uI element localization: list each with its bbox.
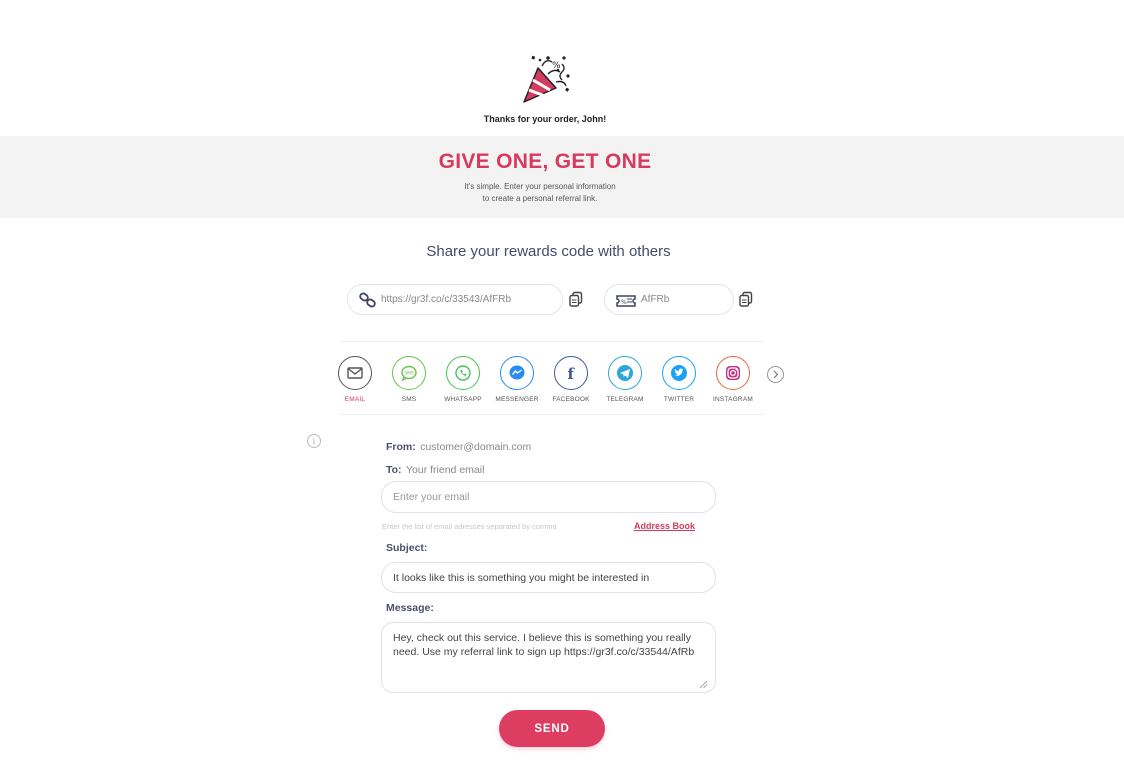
- channel-label: WHATSAPP: [444, 396, 482, 403]
- channel-facebook[interactable]: f FACEBOOK: [544, 356, 598, 406]
- divider-top: [340, 341, 764, 342]
- svg-text:SMS: SMS: [404, 371, 414, 377]
- address-book-link[interactable]: Address Book: [634, 521, 695, 531]
- copy-icon: [569, 291, 583, 307]
- from-value: customer@domain.com: [420, 441, 532, 453]
- ticket-icon: %: [615, 293, 637, 309]
- to-row: To: Your friend email: [386, 460, 484, 478]
- party-popper-icon: %: [518, 52, 574, 108]
- email-icon: [338, 356, 372, 390]
- facebook-icon: f: [554, 356, 588, 390]
- share-title: Share your rewards code with others: [426, 243, 671, 260]
- channel-email[interactable]: EMAIL: [328, 356, 382, 406]
- channel-label: MESSENGER: [495, 396, 539, 403]
- info-icon[interactable]: i: [307, 434, 321, 448]
- svg-text:f: f: [568, 365, 576, 382]
- promo-subtitle-line-1: It's simple. Enter your personal informa…: [464, 182, 616, 191]
- coupon-code-text[interactable]: AfFRb: [641, 294, 669, 305]
- promo-subtitle: It's simple. Enter your personal informa…: [0, 181, 1080, 205]
- copy-icon: [739, 291, 753, 307]
- channel-label: TELEGRAM: [606, 396, 644, 403]
- channel-telegram[interactable]: TELEGRAM: [598, 356, 652, 406]
- twitter-icon: [662, 356, 696, 390]
- order-thanks-text: Thanks for your order, John!: [483, 114, 607, 124]
- messenger-icon: [500, 356, 534, 390]
- svg-text:%: %: [552, 61, 561, 71]
- instagram-icon: [716, 356, 750, 390]
- coupon-code-field[interactable]: % AfFRb: [604, 284, 734, 315]
- resize-grip-icon[interactable]: [698, 676, 708, 689]
- sms-icon: SMS: [392, 356, 426, 390]
- telegram-icon: [608, 356, 642, 390]
- channel-label: INSTAGRAM: [713, 396, 753, 403]
- whatsapp-icon: [446, 356, 480, 390]
- copy-link-button[interactable]: [568, 291, 584, 308]
- promo-title: GIVE ONE, GET ONE: [438, 150, 652, 173]
- message-textarea[interactable]: Hey, check out this service. I believe t…: [381, 622, 716, 693]
- send-button[interactable]: SEND: [499, 710, 605, 747]
- subject-input[interactable]: [381, 562, 716, 593]
- channel-label: FACEBOOK: [552, 396, 590, 403]
- channel-label: TWITTER: [663, 396, 695, 403]
- promo-band: [0, 136, 1124, 218]
- channel-label: SMS: [401, 396, 417, 403]
- share-channels: EMAIL SMS SMS WHATSAPP MESSENGER f FACEB…: [336, 356, 766, 406]
- subject-label: Subject:: [386, 542, 428, 554]
- to-label: To:: [386, 464, 402, 476]
- to-value: Your friend email: [406, 464, 485, 476]
- link-icon: [359, 292, 377, 308]
- channels-next-button[interactable]: [767, 366, 784, 383]
- chevron-right-icon: [773, 370, 779, 379]
- promo-subtitle-line-2: to create a personal referral link.: [482, 194, 598, 203]
- copy-code-button[interactable]: [738, 291, 754, 308]
- referral-link-text[interactable]: https://gr3f.co/c/33543/AfFRb: [381, 294, 511, 305]
- channel-instagram[interactable]: INSTAGRAM: [706, 356, 760, 406]
- referral-link-field[interactable]: https://gr3f.co/c/33543/AfFRb: [347, 284, 563, 315]
- channel-label: EMAIL: [344, 396, 366, 403]
- email-hint: Enter the list of email adresses separat…: [382, 522, 557, 531]
- channel-sms[interactable]: SMS SMS: [382, 356, 436, 406]
- from-label: From:: [386, 441, 416, 453]
- friend-email-input[interactable]: [381, 481, 716, 513]
- channel-whatsapp[interactable]: WHATSAPP: [436, 356, 490, 406]
- svg-text:%: %: [621, 299, 627, 306]
- divider-bottom: [340, 414, 764, 415]
- from-row: From: customer@domain.com: [386, 437, 531, 455]
- channel-messenger[interactable]: MESSENGER: [490, 356, 544, 406]
- channel-twitter[interactable]: TWITTER: [652, 356, 706, 406]
- message-label: Message:: [386, 602, 434, 614]
